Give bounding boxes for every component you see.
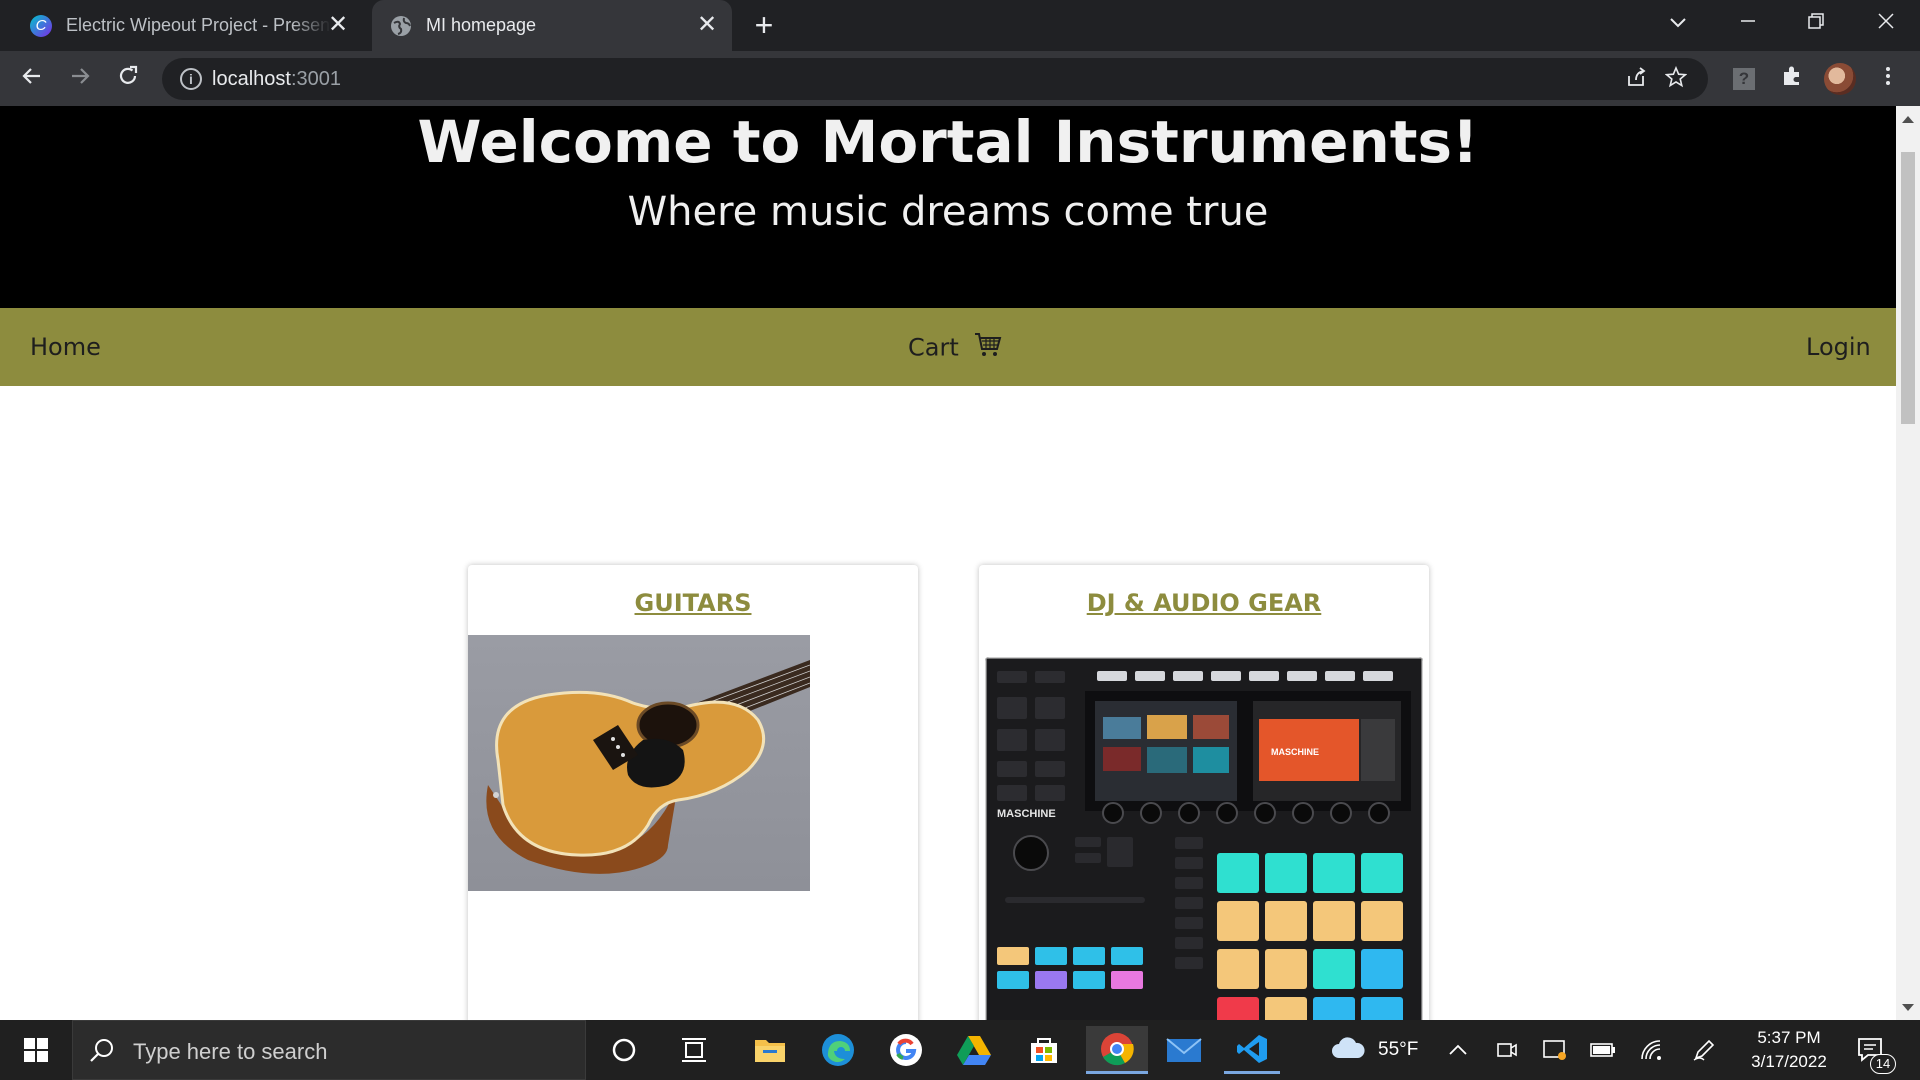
extensions-puzzle-icon[interactable] xyxy=(1776,63,1808,95)
browser-tab-strip: C Electric Wipeout Project - Presen ✕ MI… xyxy=(0,0,1920,51)
weather-temperature: 55°F xyxy=(1378,1039,1419,1060)
scroll-up-arrow-icon[interactable] xyxy=(1902,116,1914,123)
nav-bar: Home Cart Login xyxy=(0,308,1896,386)
microsoft-store-icon[interactable] xyxy=(1016,1026,1072,1074)
notification-center-icon[interactable]: 14 xyxy=(1856,1020,1896,1080)
security-alert-icon[interactable] xyxy=(1542,1020,1568,1080)
back-arrow-icon[interactable] xyxy=(16,63,48,95)
close-tab-icon[interactable]: ✕ xyxy=(325,12,351,38)
battery-icon[interactable] xyxy=(1590,1020,1616,1080)
tab-title: MI homepage xyxy=(426,15,537,35)
new-tab-button[interactable]: + xyxy=(748,9,780,42)
notification-count-badge: 14 xyxy=(1870,1054,1896,1074)
scroll-down-arrow-icon[interactable] xyxy=(1902,1004,1914,1011)
mail-icon[interactable] xyxy=(1156,1026,1212,1074)
windows-start-icon[interactable] xyxy=(8,1026,64,1074)
maschine-controller-image[interactable]: MASCHINE MASCHINE xyxy=(985,657,1423,1020)
category-link-dj-audio[interactable]: DJ & AUDIO GEAR xyxy=(979,589,1429,617)
scrollbar-thumb[interactable] xyxy=(1901,152,1915,424)
category-card-dj-audio[interactable]: DJ & AUDIO GEAR MASCHINE MASCHINE xyxy=(979,565,1429,1020)
task-view-icon[interactable] xyxy=(666,1026,722,1074)
category-card-guitars[interactable]: GUITARS xyxy=(468,565,918,1020)
windows-taskbar: Type here to search 55°F 5:37 PM 3/17/20… xyxy=(0,1020,1920,1080)
cortana-icon[interactable] xyxy=(596,1026,652,1074)
page-subtitle: Where music dreams come true xyxy=(627,189,1269,235)
help-extension-icon[interactable]: ? xyxy=(1728,63,1760,95)
clock[interactable]: 5:37 PM 3/17/2022 xyxy=(1744,1020,1834,1080)
category-link-guitars[interactable]: GUITARS xyxy=(468,589,918,617)
weather-widget[interactable]: 55°F xyxy=(1330,1020,1418,1080)
google-icon[interactable] xyxy=(878,1026,934,1074)
bookmark-star-icon[interactable] xyxy=(1662,65,1690,94)
page-title: Welcome to Mortal Instruments! xyxy=(417,108,1479,176)
meet-now-icon[interactable] xyxy=(1496,1020,1518,1080)
canva-icon: C xyxy=(30,14,52,37)
tab-search-chevron-icon[interactable] xyxy=(1648,0,1708,44)
shopping-cart-icon xyxy=(974,332,1002,365)
address-bar[interactable]: i localhost:3001 xyxy=(162,58,1708,100)
maschine-logo-text: MASCHINE xyxy=(997,808,1056,820)
nav-cart-label: Cart xyxy=(908,333,959,362)
hero-banner: Welcome to Mortal Instruments! Where mus… xyxy=(0,106,1896,308)
vscode-icon[interactable] xyxy=(1224,1026,1280,1074)
page-scrollbar[interactable] xyxy=(1896,106,1920,1020)
search-icon xyxy=(89,1037,115,1068)
menu-kebab-icon[interactable] xyxy=(1872,63,1904,95)
reload-icon[interactable] xyxy=(112,63,144,95)
globe-icon xyxy=(390,15,412,37)
screen-maschine-text: MASCHINE xyxy=(1271,747,1319,757)
google-drive-icon[interactable] xyxy=(946,1026,1002,1074)
cloud-icon xyxy=(1330,1036,1366,1065)
clock-time: 5:37 PM xyxy=(1757,1028,1821,1047)
file-explorer-icon[interactable] xyxy=(742,1026,798,1074)
tray-chevron-up-icon[interactable] xyxy=(1448,1020,1468,1080)
minimize-button[interactable] xyxy=(1718,0,1778,44)
edge-browser-icon[interactable] xyxy=(810,1026,866,1074)
guitar-image[interactable] xyxy=(468,635,810,891)
nav-home-link[interactable]: Home xyxy=(30,332,101,362)
pen-icon[interactable] xyxy=(1692,1020,1716,1080)
search-placeholder: Type here to search xyxy=(133,1039,328,1064)
clock-date: 3/17/2022 xyxy=(1751,1052,1827,1071)
share-icon[interactable] xyxy=(1622,66,1650,94)
nav-login-link[interactable]: Login xyxy=(1806,332,1871,362)
wifi-icon[interactable] xyxy=(1640,1020,1664,1080)
tab-electric-wipeout[interactable]: C Electric Wipeout Project - Presen ✕ xyxy=(18,0,363,51)
restore-button[interactable] xyxy=(1786,0,1846,44)
site-info-icon[interactable]: i xyxy=(180,68,202,90)
nav-cart-link[interactable]: Cart xyxy=(908,332,1002,365)
browser-toolbar: i localhost:3001 ? xyxy=(0,51,1920,106)
tab-mi-homepage[interactable]: MI homepage ✕ xyxy=(372,0,732,51)
profile-avatar[interactable] xyxy=(1824,63,1856,95)
taskbar-search-box[interactable]: Type here to search xyxy=(72,1020,586,1080)
page-viewport: Welcome to Mortal Instruments! Where mus… xyxy=(0,106,1896,1020)
chrome-icon[interactable] xyxy=(1086,1026,1148,1074)
tab-title: Electric Wipeout Project - Presen xyxy=(66,15,331,35)
close-window-button[interactable] xyxy=(1856,0,1916,44)
forward-arrow-icon[interactable] xyxy=(64,63,96,95)
close-tab-icon[interactable]: ✕ xyxy=(694,12,720,38)
url-text: localhost:3001 xyxy=(212,68,341,90)
